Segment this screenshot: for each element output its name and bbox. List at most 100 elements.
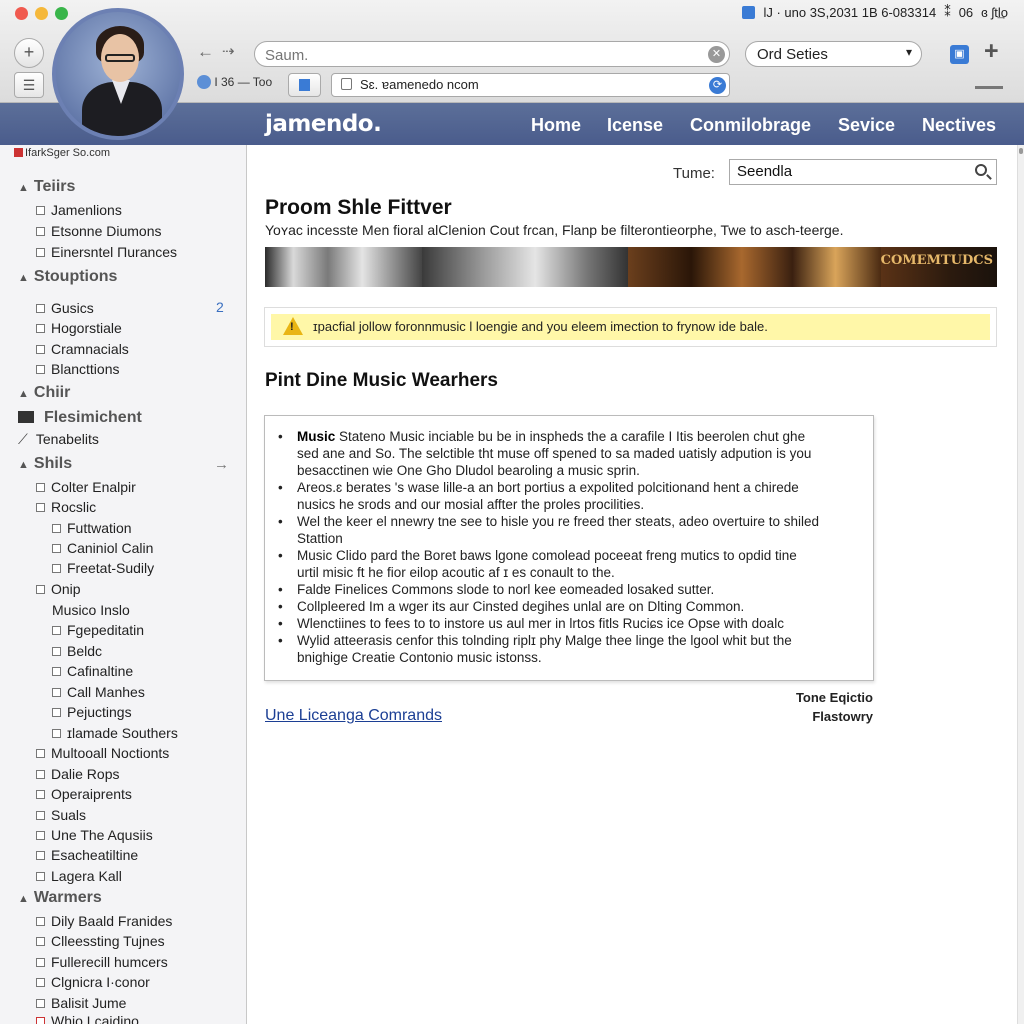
clear-search-icon[interactable]: ✕ [708,46,725,63]
checkbox-icon[interactable] [52,729,61,738]
checkbox-icon[interactable] [52,544,61,553]
sidebar-section-chiir[interactable]: ▲ Chiir [18,384,70,402]
sidebar-item[interactable]: Fullerecill humcers [36,954,168,970]
sidebar-item[interactable]: Fgepeditatin [52,622,144,638]
sidebar-item[interactable]: Une The Aqusiis [36,827,153,843]
checkbox-icon[interactable] [36,872,45,881]
badge-button[interactable]: ▣ [950,45,969,64]
sidebar-item[interactable]: Gusics [36,300,94,316]
checkbox-icon[interactable] [52,688,61,697]
nav-conmilobrage[interactable]: Conmilobrage [690,115,811,136]
bookmarks-button[interactable] [288,73,321,97]
sidebar-section-teiirs[interactable]: ▲ Teiirs [18,178,75,196]
sidebar-item[interactable]: Onip [36,581,81,597]
checkbox-icon[interactable] [36,831,45,840]
sidebar-item[interactable]: Rocslic [36,499,96,515]
sidebar-item[interactable]: Hogorstiale [36,320,122,336]
nav-icense[interactable]: Icense [607,115,663,136]
tune-search-input[interactable] [737,163,967,180]
back-icon[interactable]: ← [197,42,214,62]
checkbox-icon[interactable] [36,324,45,333]
sidebar-item[interactable]: Futtwation [52,520,132,536]
checkbox-icon[interactable] [36,585,45,594]
checkbox-icon[interactable] [36,790,45,799]
photo-banner[interactable]: COMEMTUDCS [265,247,997,287]
checkbox-icon[interactable] [36,917,45,926]
checkbox-icon[interactable] [36,999,45,1008]
site-logo[interactable]: jamendo. [265,111,382,137]
sidebar-item[interactable]: Clgnicra I·conor [36,974,150,990]
checkbox-icon[interactable] [36,811,45,820]
arrow-right-icon[interactable]: → [214,456,229,473]
checkbox-icon[interactable] [36,503,45,512]
nav-sevice[interactable]: Sevice [838,115,895,136]
menu-extra-icon[interactable] [742,5,756,19]
sidebar-item[interactable]: Blancttions [36,361,119,377]
search-field[interactable]: ✕ [254,41,730,67]
checkbox-icon[interactable] [52,647,61,656]
sidebar-item[interactable]: Freetat-Sudily [52,560,154,576]
reload-icon[interactable]: ⟳ [709,77,726,94]
scrollbar-thumb[interactable] [1019,148,1023,154]
tab-chip[interactable]: I 36 — Too [197,75,272,95]
checkbox-icon[interactable] [36,851,45,860]
sidebar-item[interactable]: Lagera Kall [36,868,122,884]
checkbox-icon[interactable] [36,770,45,779]
add-bookmark-icon[interactable]: + [984,37,999,66]
address-bar[interactable]: Sɛ. ɐamenedo ncom ⟳ [331,73,730,97]
sidebar-section-warmers[interactable]: ▲ Warmers [18,889,102,907]
checkbox-icon[interactable] [36,958,45,967]
sidebar-section-stouptions[interactable]: ▲ Stouptions [18,268,117,286]
sidebar-item[interactable]: Einersntel Πurances [36,244,177,260]
sidebar-item-flesimichent[interactable]: Flesimichent [18,409,142,427]
sidebar-breadcrumb[interactable]: IfarkSger So.com [14,147,110,159]
sidebar-item[interactable]: Colter Enalpir [36,479,136,495]
sidebar-section-shils[interactable]: ▲ Shils [18,455,72,473]
sidebar-item[interactable]: Balisit Jume [36,995,126,1011]
sidebar-item[interactable]: Jamenlions [36,202,122,218]
checkbox-icon[interactable] [36,1017,45,1024]
nav-home[interactable]: Home [531,115,581,136]
checkbox-icon[interactable] [36,978,45,987]
forward-icon[interactable]: ⇢ [222,42,235,60]
tune-search-field[interactable] [729,159,997,185]
checkbox-icon[interactable] [52,524,61,533]
close-window-icon[interactable] [15,7,28,20]
sidebar-item[interactable]: Etsonne Diumons [36,223,162,239]
nav-nectives[interactable]: Nectives [922,115,996,136]
sidebar-item[interactable]: ɪlamade Southers [52,725,178,741]
sidebar-item[interactable]: Esacheatiltine [36,847,138,863]
checkbox-icon[interactable] [52,667,61,676]
sidebar-item-tenabelits[interactable]: ⟋ Tenabelits [18,431,99,448]
sidebar-item[interactable]: Call Manhes [52,684,145,700]
avatar[interactable] [52,8,184,140]
sidebar-item[interactable]: Caniniol Calin [52,540,153,556]
sidebar-toggle-button[interactable]: ☰ [14,72,44,98]
sidebar-item[interactable]: Dalie Rops [36,766,119,782]
sidebar-item[interactable]: Dily Baald Franides [36,913,172,929]
minimize-window-icon[interactable] [35,7,48,20]
sidebar-item[interactable]: Musico Inslo [52,602,130,618]
checkbox-icon[interactable] [36,937,45,946]
sidebar-item[interactable]: Operaiprents [36,786,132,802]
sidebar-item[interactable]: Whio Lcaidino [36,1013,139,1024]
checkbox-icon[interactable] [36,365,45,374]
checkbox-icon[interactable] [36,304,45,313]
checkbox-icon[interactable] [36,345,45,354]
search-icon[interactable] [975,164,987,176]
sidebar-item[interactable]: Multooall Noctionts [36,745,169,761]
page-scrollbar[interactable] [1017,145,1024,1024]
checkbox-icon[interactable] [36,227,45,236]
checkbox-icon[interactable] [36,483,45,492]
new-tab-button[interactable]: + [14,38,44,68]
checkbox-icon[interactable] [52,626,61,635]
checkbox-icon[interactable] [36,749,45,758]
sidebar-item[interactable]: Cramnacials [36,341,129,357]
checkbox-icon[interactable] [52,708,61,717]
checkbox-icon[interactable] [52,564,61,573]
sidebar-item[interactable]: Clleessting Tujnes [36,933,165,949]
sidebar-item[interactable]: Suals [36,807,86,823]
zoom-window-icon[interactable] [55,7,68,20]
checkbox-icon[interactable] [36,206,45,215]
sidebar-item[interactable]: Beldc [52,643,102,659]
